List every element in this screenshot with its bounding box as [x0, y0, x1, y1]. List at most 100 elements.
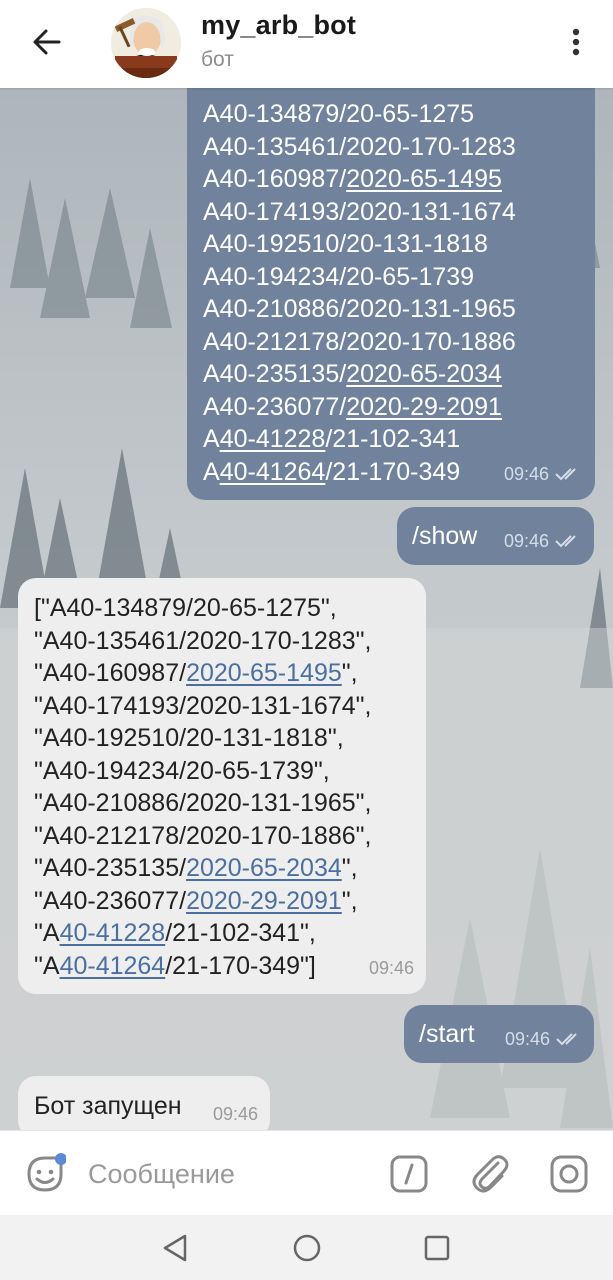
message-line: А40-212178/2020-170-1886: [203, 326, 516, 359]
message-line: А40-235135/2020-65-2034: [203, 358, 516, 391]
triangle-back-icon: [163, 1234, 187, 1262]
instagram-camera-icon: [550, 1155, 588, 1193]
message-text-segment: /21-102-341: [325, 425, 461, 453]
message-link[interactable]: 2020-65-1495: [346, 165, 502, 193]
message-line: А40-160987/2020-65-1495: [203, 163, 516, 196]
chat-header: my_arb_bot бот: [0, 0, 613, 88]
message-text: А40-134879/20-65-1275 А40-135461/2020-170…: [203, 98, 516, 488]
message-link[interactable]: 2020-29-2091: [346, 393, 502, 421]
incoming-message-bubble[interactable]: ["А40-134879/20-65-1275", "А40-135461/202…: [18, 578, 426, 994]
message-text-segment: "А40-212178/2020-170-1886",: [34, 821, 372, 850]
message-link[interactable]: 2020-65-1495: [186, 659, 342, 687]
message-text-segment: "А40-194234/20-65-1739",: [34, 756, 330, 785]
message-line: "А40-160987/2020-65-1495",: [34, 657, 371, 690]
message-link[interactable]: 40-41264: [60, 952, 166, 980]
message-link[interactable]: 40-41228: [220, 425, 326, 453]
double-check-icon: [555, 535, 576, 548]
message-text: ["А40-134879/20-65-1275", "А40-135461/202…: [34, 592, 371, 982]
message-link[interactable]: 2020-65-2034: [186, 854, 342, 882]
incoming-message-bubble[interactable]: Бот запущен 09:46: [18, 1076, 270, 1130]
message-line: Бот запущен: [34, 1090, 182, 1123]
message-line: А40-41264/21-170-349: [203, 456, 516, 489]
back-button[interactable]: [22, 22, 72, 62]
message-text-segment: "А40-210886/2020-131-1965",: [34, 789, 372, 817]
outgoing-message-bubble[interactable]: /start 09:46: [404, 1005, 594, 1063]
message-text-segment: "А40-235135/: [34, 854, 187, 882]
nav-home-button[interactable]: [290, 1231, 324, 1265]
bot-commands-button[interactable]: [388, 1153, 430, 1195]
message-meta: 09:46: [369, 952, 414, 985]
message-text-segment: ["А40-134879/20-65-1275",: [34, 594, 337, 622]
message-link[interactable]: 2020-29-2091: [186, 887, 342, 915]
message-text: Бот запущен: [34, 1090, 182, 1123]
paperclip-icon: [472, 1155, 509, 1193]
message-text-segment: /21-170-349: [325, 457, 461, 486]
chat-subtitle: бот: [201, 48, 234, 71]
message-line: "А40-135461/2020-170-1283",: [34, 625, 371, 658]
chat-title: my_arb_bot: [201, 10, 357, 40]
message-text-segment: А: [203, 425, 220, 453]
message-text-segment: А: [203, 457, 220, 486]
message-line: "А40-41264/21-170-349"]: [34, 950, 371, 983]
message-text-segment: А40-194234/20-65-1739: [203, 262, 475, 291]
message-input-bar: [0, 1130, 613, 1215]
message-text-segment: А40-192510/20-131-1818: [203, 230, 488, 258]
message-text-segment: "А: [34, 951, 60, 980]
message-line: А40-174193/2020-131-1674: [203, 196, 516, 229]
more-menu-button[interactable]: [561, 22, 591, 62]
message-line: /show: [412, 520, 477, 553]
message-time: 09:46: [503, 463, 549, 484]
message-time: 09:46: [368, 957, 414, 978]
message-text-segment: /21-170-349"]: [165, 951, 316, 980]
message-text-segment: "А: [34, 919, 60, 947]
message-text-segment: А40-235135/: [203, 360, 347, 388]
message-time: 09:46: [504, 1028, 550, 1049]
message-text-segment: /start: [419, 1020, 475, 1048]
message-text-segment: А40-212178/2020-170-1886: [203, 327, 516, 356]
message-line: А40-194234/20-65-1739: [203, 261, 516, 294]
message-text-segment: "А40-160987/: [34, 659, 187, 687]
message-text-segment: "А40-135461/2020-170-1283",: [34, 626, 372, 655]
message-link[interactable]: 40-41228: [60, 919, 166, 947]
message-meta: 09:46: [505, 1023, 582, 1056]
message-meta: 09:46: [504, 458, 581, 491]
message-text-segment: ",: [341, 854, 358, 882]
message-line: "А40-235135/2020-65-2034",: [34, 852, 371, 885]
message-line: А40-41228/21-102-341: [203, 423, 516, 456]
bot-command-icon: [390, 1155, 428, 1193]
message-input[interactable]: [88, 1153, 368, 1195]
message-line: А40-236077/2020-29-2091: [203, 391, 516, 424]
nav-back-button[interactable]: [158, 1231, 192, 1265]
sticker-button[interactable]: [24, 1153, 67, 1195]
camera-button[interactable]: [548, 1153, 590, 1195]
double-check-icon: [556, 1033, 577, 1046]
message-time: 09:46: [503, 530, 549, 551]
message-text-segment: А40-174193/2020-131-1674: [203, 197, 516, 226]
arrow-left-icon: [33, 29, 61, 55]
message-text-segment: ",: [341, 659, 358, 687]
message-text-segment: А40-160987/: [203, 165, 347, 193]
more-vertical-icon: [572, 28, 580, 56]
message-link[interactable]: 2020-65-2034: [346, 360, 502, 388]
chat-area[interactable]: А40-134879/20-65-1275 А40-135461/2020-170…: [0, 88, 613, 1130]
message-text-segment: А40-135461/2020-170-1283: [203, 132, 516, 161]
bot-avatar[interactable]: [111, 8, 181, 78]
message-line: /start: [419, 1018, 475, 1051]
message-meta: 09:46: [504, 525, 581, 558]
attach-button[interactable]: [468, 1151, 512, 1197]
double-check-icon: [555, 468, 576, 481]
message-link[interactable]: 40-41264: [220, 458, 326, 486]
message-line: А40-192510/20-131-1818: [203, 228, 516, 261]
message-line: "А40-194234/20-65-1739",: [34, 755, 371, 788]
message-text-segment: А40-134879/20-65-1275: [203, 100, 475, 128]
nav-recent-button[interactable]: [420, 1231, 454, 1265]
message-line: "А40-236077/2020-29-2091",: [34, 885, 371, 918]
outgoing-message-bubble[interactable]: А40-134879/20-65-1275 А40-135461/2020-170…: [187, 88, 595, 500]
message-text-segment: "А40-192510/20-131-1818",: [34, 724, 344, 752]
message-text: /start: [419, 1018, 475, 1051]
message-time: 09:46: [212, 1103, 258, 1124]
message-line: "А40-210886/2020-131-1965",: [34, 787, 371, 820]
outgoing-message-bubble[interactable]: /show 09:46: [397, 507, 594, 565]
sticker-icon: [27, 1153, 67, 1192]
message-text-segment: Бот запущен: [34, 1092, 182, 1120]
